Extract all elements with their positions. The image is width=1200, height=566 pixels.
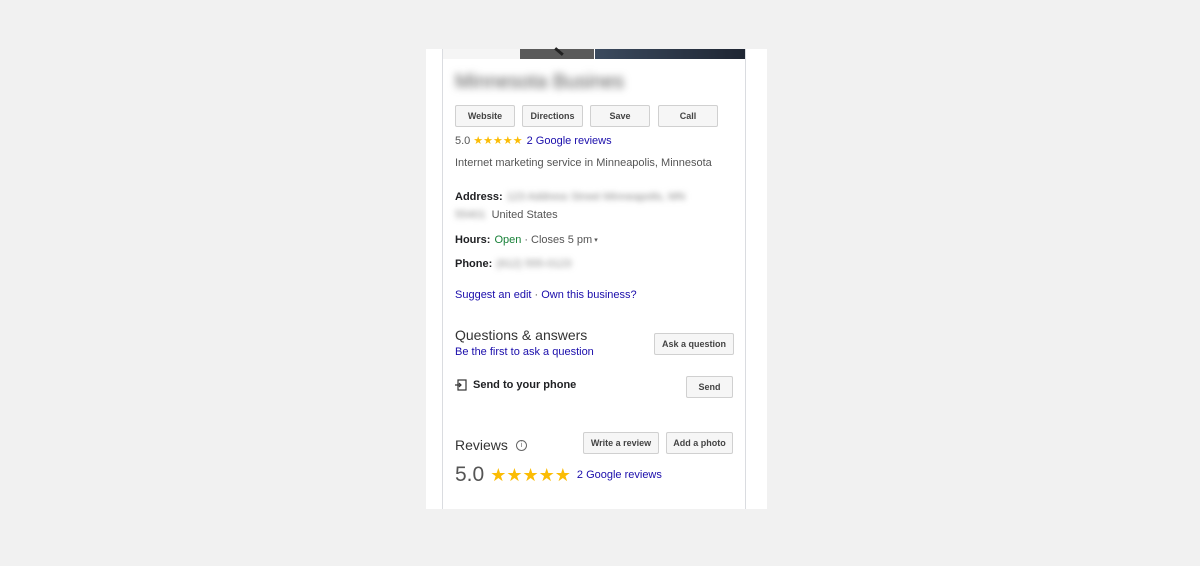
address-zip[interactable]: 55401	[455, 209, 486, 221]
reviews-rating-value: 5.0	[455, 463, 485, 486]
star-rating-icon: ★★★★★	[490, 464, 571, 485]
business-category: Internet marketing service in Minneapoli…	[455, 157, 712, 169]
write-review-button[interactable]: Write a review	[583, 432, 659, 454]
qa-heading: Questions & answers	[455, 327, 588, 343]
address-row-2: 55401 United States	[455, 209, 558, 221]
phone-row: Phone: (612) 555-0123	[455, 258, 572, 270]
photo-thumbnail[interactable]	[443, 49, 520, 59]
address-label: Address:	[455, 191, 503, 203]
business-profile-panel: Minnesota Business Website Directions Sa…	[442, 49, 746, 509]
photo-strip[interactable]	[443, 49, 745, 59]
hours-row: Hours: Open · Closes 5 pm ▾	[455, 234, 598, 246]
call-button[interactable]: Call	[658, 105, 718, 127]
star-rating-icon: ★★★★★	[473, 135, 523, 147]
chevron-down-icon[interactable]: ▾	[594, 236, 598, 244]
add-photo-button[interactable]: Add a photo	[666, 432, 733, 454]
phone-number[interactable]: (612) 555-0123	[496, 258, 571, 270]
photo-thumbnail[interactable]	[595, 49, 745, 59]
address-line[interactable]: 123 Address Street Minneapolis, MN	[507, 191, 686, 203]
send-to-phone-row: Send to your phone	[455, 379, 576, 391]
reviews-rating-summary: 5.0 ★★★★★ 2 Google reviews	[455, 463, 662, 487]
own-business-link[interactable]: Own this business?	[541, 289, 636, 301]
address-country[interactable]: United States	[492, 209, 558, 221]
send-button[interactable]: Send	[686, 376, 733, 398]
reviews-count-link[interactable]: 2 Google reviews	[577, 469, 662, 481]
knowledge-panel-container: Minnesota Business Website Directions Sa…	[426, 49, 767, 509]
ask-question-button[interactable]: Ask a question	[654, 333, 734, 355]
suggest-edit-link[interactable]: Suggest an edit	[455, 289, 531, 301]
edit-links: Suggest an edit · Own this business?	[455, 289, 637, 301]
ask-first-link[interactable]: Be the first to ask a question	[455, 346, 594, 358]
address-row: Address: 123 Address Street Minneapolis,…	[455, 191, 685, 203]
hours-closing[interactable]: Closes 5 pm	[531, 234, 592, 246]
phone-label: Phone:	[455, 258, 493, 270]
info-icon[interactable]: i	[515, 439, 527, 451]
send-to-phone-icon	[455, 379, 467, 391]
save-button[interactable]: Save	[590, 105, 650, 127]
directions-button[interactable]: Directions	[522, 105, 583, 127]
send-to-phone-label: Send to your phone	[473, 379, 577, 391]
hours-status: Open	[494, 234, 522, 246]
reviews-heading: Reviews	[455, 437, 508, 453]
rating-summary: 5.0 ★★★★★ 2 Google reviews	[455, 134, 612, 148]
hours-separator: ·	[524, 234, 529, 246]
business-name: Minnesota Business	[455, 71, 625, 93]
website-button[interactable]: Website	[455, 105, 515, 127]
photo-thumbnail[interactable]	[520, 49, 594, 59]
reviews-link[interactable]: 2 Google reviews	[527, 135, 612, 147]
hours-label: Hours:	[455, 234, 491, 246]
rating-value: 5.0	[455, 134, 471, 147]
reviews-heading-row: Reviews i	[455, 437, 527, 453]
edit-separator: ·	[534, 289, 539, 301]
